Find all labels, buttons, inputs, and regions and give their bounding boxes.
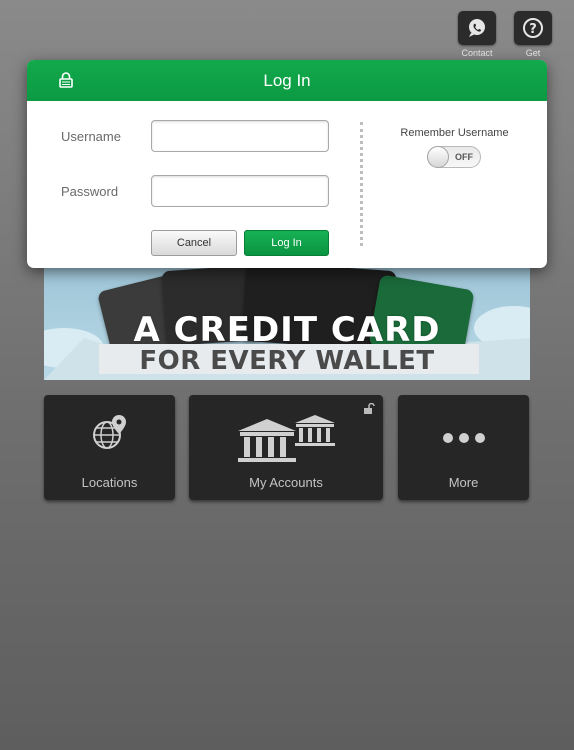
get-label: Get [525,48,541,58]
chat-bubble-icon [469,19,485,37]
password-label: Password [61,184,119,199]
dotted-divider [360,122,363,246]
login-dialog: Log In Username Password Cancel Log In R… [27,60,547,268]
toggle-state-text: OFF [455,152,473,162]
banner-subheadline: FOR EVERY WALLET [139,346,435,376]
unlock-icon [364,403,375,414]
remember-username-label: Remember Username [400,127,509,139]
login-title: Log In [263,71,311,90]
question-mark-icon: ? [523,18,543,38]
login-dialog-header: Log In [27,60,547,101]
contact-label: Contact [461,48,493,58]
contact-button[interactable] [458,11,496,45]
login-button[interactable]: Log In [244,230,329,256]
locations-label: Locations [81,475,138,490]
username-input[interactable] [151,120,329,152]
my-accounts-tile[interactable]: My Accounts [189,395,383,500]
svg-text:?: ? [529,22,537,37]
my-accounts-label: My Accounts [249,475,323,490]
username-label: Username [61,129,121,144]
locations-tile[interactable]: Locations [44,395,175,500]
globe-pin-icon [93,415,126,449]
promo-banner[interactable]: A CREDIT CARD FOR EVERY WALLET [44,268,530,380]
get-help-button[interactable]: ? [514,11,552,45]
more-dots-icon [443,433,485,443]
toggle-knob [427,146,449,168]
password-input[interactable] [151,175,329,207]
remember-username-toggle[interactable]: OFF [427,146,481,168]
bank-building-icon [238,415,335,462]
cancel-button[interactable]: Cancel [151,230,237,256]
more-tile[interactable]: More [398,395,529,500]
more-label: More [448,475,479,490]
